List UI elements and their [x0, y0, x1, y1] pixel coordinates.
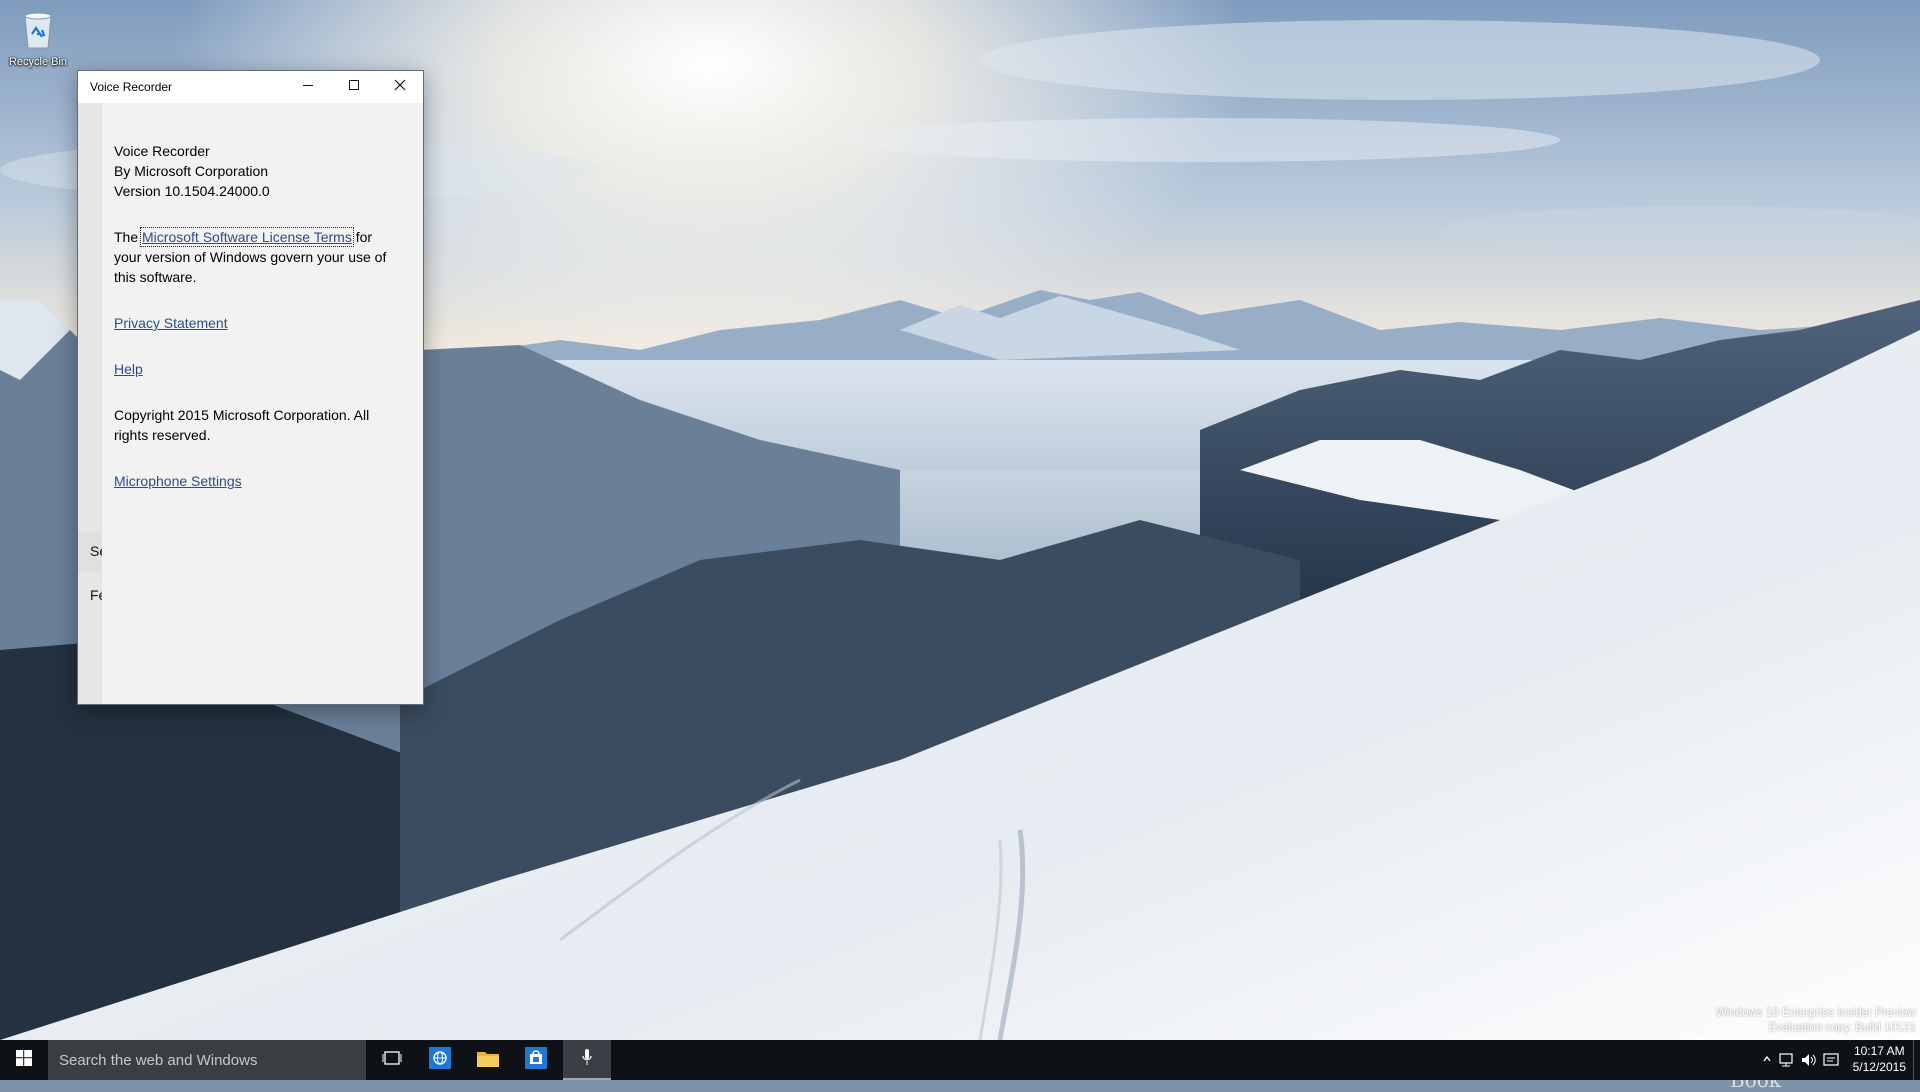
watermark-line-1: Windows 10 Enterprise Insider Preview: [1715, 1007, 1916, 1019]
action-center-icon[interactable]: [1822, 1052, 1840, 1073]
taskbar-clock[interactable]: 10:17 AM 5/12/2015: [1853, 1043, 1906, 1075]
system-tray: 10:17 AM 5/12/2015: [1720, 1040, 1920, 1080]
close-button[interactable]: [377, 71, 423, 103]
maximize-icon: [348, 78, 360, 96]
taskbar-voice-recorder-button[interactable]: [563, 1040, 611, 1080]
microphone-icon: [580, 1048, 594, 1071]
windows-logo-icon: [16, 1049, 32, 1071]
license-paragraph: The Microsoft Software License Terms for…: [114, 227, 402, 287]
minimize-button[interactable]: [285, 71, 331, 103]
taskbar-store-button[interactable]: [512, 1040, 560, 1080]
start-button[interactable]: [0, 1040, 48, 1080]
task-view-icon: [382, 1050, 402, 1071]
window-titlebar[interactable]: Voice Recorder: [78, 71, 423, 103]
taskbar-edge-button[interactable]: [416, 1040, 464, 1080]
microphone-group: Microphone Settings: [114, 471, 402, 491]
about-pane: Voice Recorder By Microsoft Corporation …: [102, 103, 423, 704]
search-box[interactable]: Search the web and Windows: [48, 1040, 366, 1080]
desktop-icon-recycle-bin[interactable]: Recycle Bin: [4, 6, 72, 68]
maximize-button[interactable]: [331, 71, 377, 103]
help-group: Help: [114, 359, 402, 379]
desktop-icon-label: Recycle Bin: [8, 56, 68, 68]
app-publisher: By Microsoft Corporation: [114, 163, 269, 179]
store-icon: [525, 1046, 547, 1074]
copyright-group: Copyright 2015 Microsoft Corporation. Al…: [114, 405, 402, 445]
task-view-button[interactable]: [368, 1040, 416, 1080]
app-nav-rail: Se Fe: [78, 103, 107, 704]
app-info: Voice Recorder By Microsoft Corporation …: [114, 141, 402, 201]
app-body: Se Fe Voice Recorder By Microsoft Corpor…: [78, 103, 423, 704]
taskbar: Search the web and Windows 10:17 AM 5/12…: [0, 1040, 1920, 1080]
help-link[interactable]: Help: [114, 361, 143, 377]
microphone-settings-link[interactable]: Microphone Settings: [114, 473, 242, 489]
minimize-icon: [302, 78, 314, 96]
license-prefix: The: [114, 229, 139, 245]
globe-icon: [429, 1046, 451, 1074]
copyright-text: Copyright 2015 Microsoft Corporation. Al…: [114, 407, 370, 443]
show-desktop-button[interactable]: [1913, 1040, 1920, 1080]
taskbar-file-explorer-button[interactable]: [464, 1040, 512, 1080]
license-terms-link[interactable]: Microsoft Software License Terms: [140, 227, 354, 247]
chevron-up-icon[interactable]: [1762, 1052, 1772, 1071]
folder-icon: [476, 1048, 500, 1073]
app-name: Voice Recorder: [114, 143, 210, 159]
window-title: Voice Recorder: [90, 80, 173, 94]
network-icon[interactable]: [1778, 1052, 1796, 1073]
close-icon: [394, 78, 406, 96]
volume-icon[interactable]: [1800, 1052, 1818, 1073]
search-placeholder: Search the web and Windows: [59, 1051, 258, 1069]
voice-recorder-window: Voice Recorder Se Fe Voice Recorder By M…: [77, 70, 424, 705]
clock-date: 5/12/2015: [1852, 1060, 1906, 1074]
privacy-group: Privacy Statement: [114, 313, 402, 333]
recycle-bin-icon: [4, 6, 72, 55]
clock-time: 10:17 AM: [1853, 1044, 1905, 1058]
privacy-statement-link[interactable]: Privacy Statement: [114, 315, 228, 331]
app-version: Version 10.1504.24000.0: [114, 183, 270, 199]
